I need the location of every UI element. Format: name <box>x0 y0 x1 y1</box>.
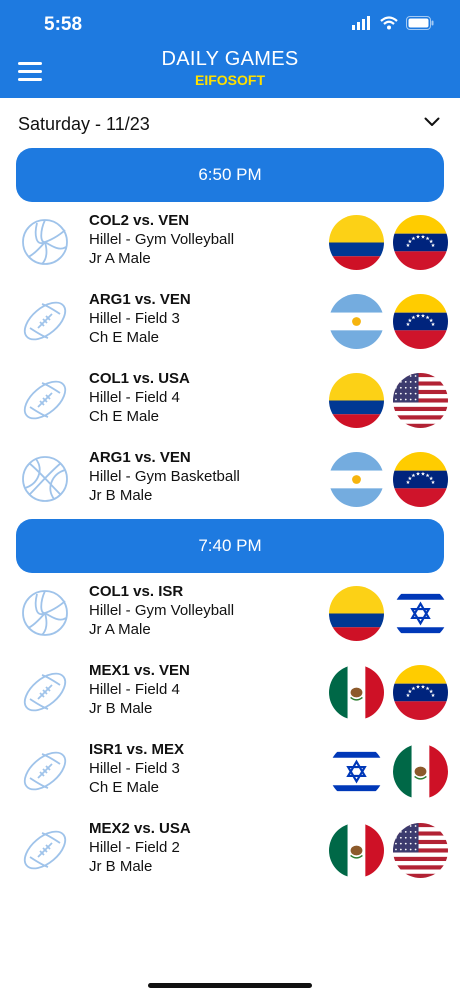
game-title: ARG1 vs. VEN <box>89 291 191 308</box>
col-flag-icon <box>329 373 384 428</box>
game-row[interactable]: MEX1 vs. VEN Hillel - Field 4 Jr B Male <box>0 653 460 731</box>
game-title: COL1 vs. USA <box>89 370 190 387</box>
arg-flag-icon <box>329 294 384 349</box>
isr-flag-icon <box>393 586 448 641</box>
game-row[interactable]: ARG1 vs. VEN Hillel - Field 3 Ch E Male <box>0 282 460 360</box>
game-location: Hillel - Field 2 <box>89 839 180 856</box>
battery-icon <box>406 16 434 30</box>
usa-flag-icon <box>393 373 448 428</box>
chevron-down-icon[interactable] <box>424 114 440 130</box>
home-indicator <box>148 983 312 988</box>
col-flag-icon <box>329 215 384 270</box>
game-title: ISR1 vs. MEX <box>89 741 185 758</box>
game-row[interactable]: COL1 vs. ISR Hillel - Gym Volleyball Jr … <box>0 574 460 652</box>
game-row[interactable]: ARG1 vs. VEN Hillel - Gym Basketball Jr … <box>0 440 460 518</box>
game-title: MEX2 vs. USA <box>89 820 191 837</box>
arg-flag-icon <box>329 452 384 507</box>
football-icon <box>20 746 70 796</box>
game-title: COL2 vs. VEN <box>89 212 190 229</box>
isr-flag-icon <box>329 744 384 799</box>
ven-flag-icon <box>393 215 448 270</box>
signal-icon <box>352 16 370 30</box>
game-division: Jr A Male <box>89 621 151 638</box>
mex-flag-icon <box>393 744 448 799</box>
game-location: Hillel - Field 3 <box>89 760 180 777</box>
mex-flag-icon <box>329 665 384 720</box>
game-row[interactable]: ISR1 vs. MEX Hillel - Field 3 Ch E Male <box>0 732 460 810</box>
col-flag-icon <box>329 586 384 641</box>
game-location: Hillel - Field 4 <box>89 389 180 406</box>
game-location: Hillel - Gym Volleyball <box>89 231 235 248</box>
football-icon <box>20 296 70 346</box>
date-selector[interactable]: Saturday - 11/23 <box>0 98 460 148</box>
game-title: COL1 vs. ISR <box>89 583 184 600</box>
game-division: Jr B Male <box>89 700 153 717</box>
usa-flag-icon <box>393 823 448 878</box>
volleyball-icon <box>20 217 70 267</box>
page-subtitle: EIFOSOFT <box>195 72 265 88</box>
game-division: Jr B Male <box>89 858 153 875</box>
game-title: MEX1 vs. VEN <box>89 662 190 679</box>
game-division: Ch E Male <box>89 779 160 796</box>
game-division: Jr B Male <box>89 487 153 504</box>
page-title: DAILY GAMES <box>161 48 299 70</box>
football-icon <box>20 667 70 717</box>
game-location: Hillel - Gym Volleyball <box>89 602 235 619</box>
game-location: Hillel - Field 4 <box>89 681 180 698</box>
football-icon <box>20 825 70 875</box>
time-header: 6:50 PM <box>16 148 444 202</box>
football-icon <box>20 375 70 425</box>
ven-flag-icon <box>393 665 448 720</box>
game-row[interactable]: MEX2 vs. USA Hillel - Field 2 Jr B Male <box>0 811 460 889</box>
game-division: Ch E Male <box>89 329 160 346</box>
ven-flag-icon <box>393 452 448 507</box>
mex-flag-icon <box>329 823 384 878</box>
basketball-icon <box>20 454 70 504</box>
game-location: Hillel - Field 3 <box>89 310 180 327</box>
wifi-icon <box>380 16 398 30</box>
app-header: 5:58 DAILY GAMES EIFOSOFT <box>0 0 460 98</box>
game-row[interactable]: COL1 vs. USA Hillel - Field 4 Ch E Male <box>0 361 460 439</box>
volleyball-icon <box>20 588 70 638</box>
status-icons <box>352 16 434 30</box>
game-title: ARG1 vs. VEN <box>89 449 191 466</box>
game-location: Hillel - Gym Basketball <box>89 468 240 485</box>
game-division: Jr A Male <box>89 250 151 267</box>
game-row[interactable]: COL2 vs. VEN Hillel - Gym Volleyball Jr … <box>0 203 460 281</box>
game-division: Ch E Male <box>89 408 160 425</box>
date-label: Saturday - 11/23 <box>18 114 150 134</box>
status-time: 5:58 <box>44 14 83 35</box>
ven-flag-icon <box>393 294 448 349</box>
time-header: 7:40 PM <box>16 519 444 573</box>
